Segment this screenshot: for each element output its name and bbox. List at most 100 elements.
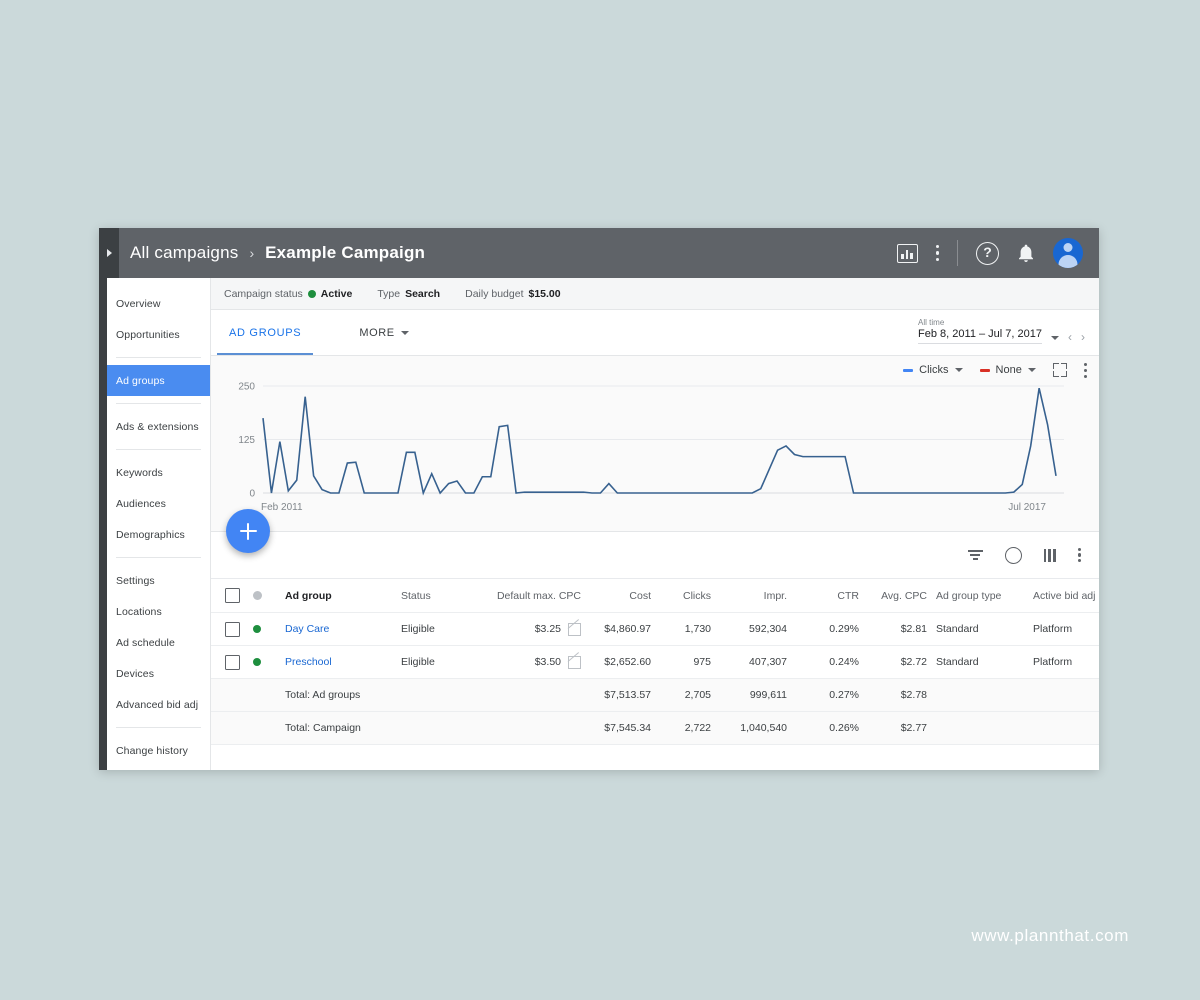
cell-ad-group-name: Preschool [285,656,401,668]
columns-icon[interactable] [1043,548,1056,562]
edit-pencil-icon[interactable] [568,655,581,669]
cell-status: Eligible [401,656,435,668]
metric-secondary-label: None [995,364,1022,377]
sidebar-item-label: Opportunities [116,328,180,341]
header-ctr[interactable]: CTR [787,590,859,602]
select-all-checkbox[interactable] [225,588,240,603]
tab-more[interactable]: MORE [359,327,409,339]
header-impressions[interactable]: Impr. [711,590,787,602]
sidebar-divider [116,403,201,404]
svg-text:250: 250 [238,382,255,393]
cell-default-max-cpc[interactable]: $3.25 [468,622,581,636]
cell-active-bid-adj: Platform [1033,656,1073,668]
sidebar-expand-button[interactable] [99,228,119,278]
expand-icon[interactable] [1052,363,1067,378]
account-avatar[interactable] [1053,238,1083,268]
ad-groups-table: Ad group Status Default max. CPC Cost Cl… [211,579,1099,770]
sidebar-item-label: Ads & extensions [116,420,199,433]
date-range-picker[interactable]: All time Feb 8, 2011 – Jul 7, 2017 ‹ › [918,318,1085,348]
sidebar-item-devices[interactable]: Devices [107,658,210,689]
sidebar-item-label: Demographics [116,528,185,541]
toolbar-divider [957,240,958,266]
sidebar-item-label: Devices [116,667,155,680]
chart-metric-primary[interactable]: Clicks [903,364,963,377]
watermark: www.plannthat.com [971,926,1129,945]
header-status[interactable]: Status [401,590,468,602]
date-prev-button[interactable]: ‹ [1068,330,1072,344]
chart-metric-secondary[interactable]: None [979,364,1036,377]
sidebar-item-label: Ad schedule [116,636,175,649]
segment-icon[interactable] [1004,546,1022,564]
cell-impressions: 592,304 [749,623,787,635]
metric-primary-label: Clicks [919,364,949,377]
header-avg-cpc[interactable]: Avg. CPC [859,590,927,602]
date-range-text: All time Feb 8, 2011 – Jul 7, 2017 [918,318,1042,345]
cell-clicks: 1,730 [684,623,711,635]
table-row[interactable]: Preschool Eligible $3.50 $2,652.60 975 4… [211,646,1099,679]
sidebar-item-label: Keywords [116,466,163,479]
tab-ad-groups[interactable]: AD GROUPS [211,310,319,355]
campaign-type-group: Type Search [377,288,440,300]
chart-kebab-menu-icon[interactable] [1083,363,1087,378]
notifications-icon[interactable] [1017,244,1035,263]
row-checkbox[interactable] [225,621,240,637]
total-avg-cpc: $2.77 [900,722,927,734]
header-ad-group-type[interactable]: Ad group type [927,590,1024,602]
kebab-menu-icon[interactable] [935,244,939,262]
sidebar-item-advanced-bid-adj[interactable]: Advanced bid adj [107,689,210,720]
table-kebab-menu-icon[interactable] [1077,547,1081,563]
date-next-button[interactable]: › [1081,330,1085,344]
sidebar-item-ad-groups[interactable]: Ad groups [107,365,210,396]
row-select-cell [225,654,253,670]
ad-group-link[interactable]: Day Care [285,623,329,635]
campaign-type-value: Search [405,287,441,300]
cell-avg-cpc: $2.81 [900,623,927,635]
edit-pencil-icon[interactable] [568,622,581,636]
sidebar-item-change-history[interactable]: Change history [107,735,210,766]
header-cost[interactable]: Cost [581,590,651,602]
cell-default-max-cpc[interactable]: $3.50 [468,655,581,669]
chevron-right-icon [106,249,112,257]
top-bar-actions: ? [896,238,1099,268]
sidebar-item-settings[interactable]: Settings [107,565,210,596]
sidebar-item-label: Settings [116,574,155,587]
daily-budget-value[interactable]: $15.00 [528,288,560,300]
chevron-down-icon[interactable] [1051,336,1059,341]
sidebar-item-opportunities[interactable]: Opportunities [107,319,210,350]
sidebar-item-demographics[interactable]: Demographics [107,519,210,550]
reports-icon[interactable] [896,243,918,263]
filter-icon[interactable] [967,550,983,560]
sidebar-item-overview[interactable]: Overview [107,288,210,319]
sidebar-item-label: Audiences [116,497,166,510]
clicks-chart-panel: Clicks None 0 125 250 Feb 2011 Jul 2017 [211,356,1099,553]
campaign-status-label: Campaign status [224,287,303,300]
campaign-status-group: Campaign status Active [224,288,352,300]
tab-bar: AD GROUPS MORE All time Feb 8, 2011 – Ju… [211,310,1099,356]
table-header-row: Ad group Status Default max. CPC Cost Cl… [211,579,1099,613]
status-dot-icon [307,289,316,298]
header-active-bid-adj[interactable]: Active bid adj [1024,590,1099,602]
cell-ad-group-type: Standard [936,656,979,668]
breadcrumb-all-campaigns[interactable]: All campaigns [130,243,238,263]
cpc-value: $3.50 [534,656,561,668]
sidebar-item-keywords[interactable]: Keywords [107,457,210,488]
cell-active-bid-adj: Platform [1033,623,1073,635]
help-icon[interactable]: ? [976,241,999,265]
table-row[interactable]: Day Care Eligible $3.25 $4,860.97 1,730 … [211,613,1099,646]
sidebar-item-ad-schedule[interactable]: Ad schedule [107,627,210,658]
sidebar-item-audiences[interactable]: Audiences [107,488,210,519]
app-top-bar: All campaigns › Example Campaign ? [99,228,1099,278]
sidebar-item-ads-extensions[interactable]: Ads & extensions [107,411,210,442]
sidebar-item-locations[interactable]: Locations [107,596,210,627]
sidebar-divider [116,357,201,358]
sidebar-divider [116,727,201,728]
header-default-max-cpc[interactable]: Default max. CPC [468,590,581,602]
ad-group-link[interactable]: Preschool [285,656,332,668]
daily-budget-label: Daily budget [465,287,524,300]
header-clicks[interactable]: Clicks [651,590,711,602]
metric-color-swatch-primary [903,368,914,372]
add-ad-group-fab[interactable] [226,509,270,553]
row-checkbox[interactable] [225,654,240,670]
header-ad-group[interactable]: Ad group [285,590,401,602]
main-content: Campaign status Active Type Search Daily… [211,278,1099,770]
